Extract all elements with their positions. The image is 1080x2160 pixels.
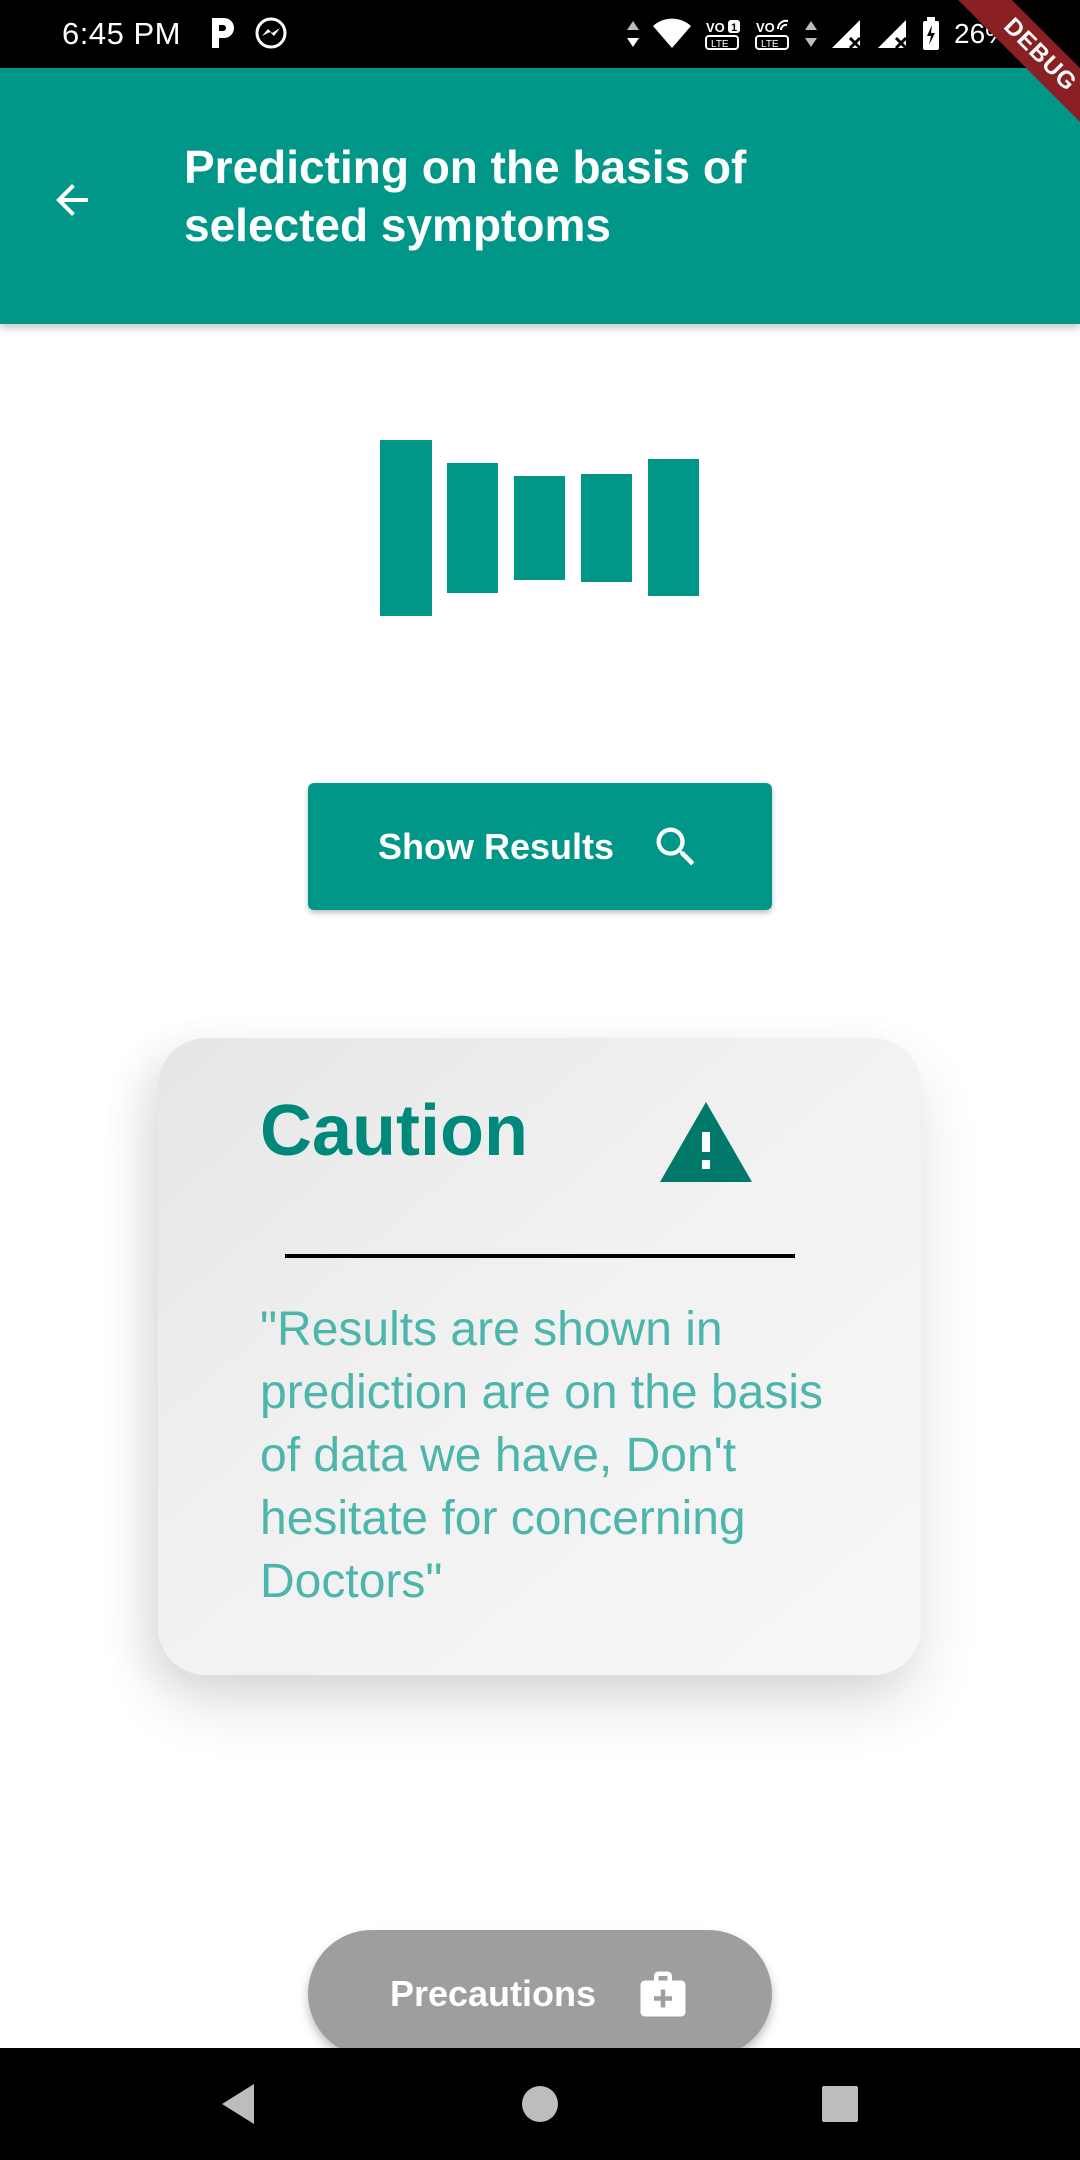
signal-2-icon [878, 20, 908, 50]
nav-recents-button[interactable] [812, 2076, 868, 2132]
app-bar: Predicting on the basis of selected symp… [0, 68, 1080, 324]
svg-text:VO: VO [756, 20, 775, 35]
back-button[interactable] [36, 164, 108, 236]
svg-text:LTE: LTE [761, 39, 779, 50]
status-right-icons: VO 1 LTE VO LTE 26% [626, 12, 1010, 56]
svg-text:LTE: LTE [711, 39, 729, 50]
data-arrows-icon [627, 21, 639, 47]
messenger-icon [255, 17, 287, 49]
svg-text:VO: VO [706, 20, 725, 35]
volte-1-icon: VO 1 LTE [705, 20, 740, 50]
caution-card: Caution "Results are shown in prediction… [158, 1038, 921, 1675]
recents-square-icon [822, 2086, 858, 2122]
page-title: Predicting on the basis of selected symp… [184, 141, 747, 251]
loader-bar [581, 474, 632, 582]
loading-bars-icon [380, 440, 700, 616]
p-app-icon [212, 18, 234, 48]
wifi-calling-icon: VO LTE [755, 19, 789, 50]
battery-charging-icon [923, 17, 939, 50]
precautions-button[interactable]: Precautions [308, 1930, 772, 2057]
status-time: 6:45 PM [62, 16, 181, 51]
svg-text:1: 1 [731, 22, 737, 34]
precautions-label: Precautions [389, 1972, 597, 2014]
data-arrows-icon-2 [805, 21, 817, 47]
signal-1-icon [832, 20, 862, 50]
nav-home-button[interactable] [512, 2076, 568, 2132]
wifi-icon [653, 18, 691, 48]
loader-bar [380, 440, 432, 616]
warning-icon [660, 1102, 752, 1182]
back-triangle-icon [222, 2084, 254, 2124]
arrow-back-icon [56, 184, 88, 216]
caution-title: Caution [260, 1091, 528, 1171]
loader-bar [514, 476, 565, 580]
nav-back-button[interactable] [210, 2076, 266, 2132]
loader-bar [447, 463, 498, 593]
loader-bar [648, 459, 699, 596]
caution-divider [285, 1254, 795, 1258]
navigation-bar [0, 2048, 1080, 2160]
medical-bag-icon [640, 1971, 686, 2016]
show-results-label: Show Results [377, 825, 615, 867]
show-results-button[interactable]: Show Results [308, 783, 772, 910]
status-left-icons [208, 16, 288, 50]
search-icon [656, 827, 695, 865]
caution-message: "Results are shown in prediction are on … [260, 1303, 824, 1608]
status-bar: 6:45 PM VO 1 LTE VO LTE 26% [0, 0, 1080, 68]
home-circle-icon [522, 2086, 558, 2122]
